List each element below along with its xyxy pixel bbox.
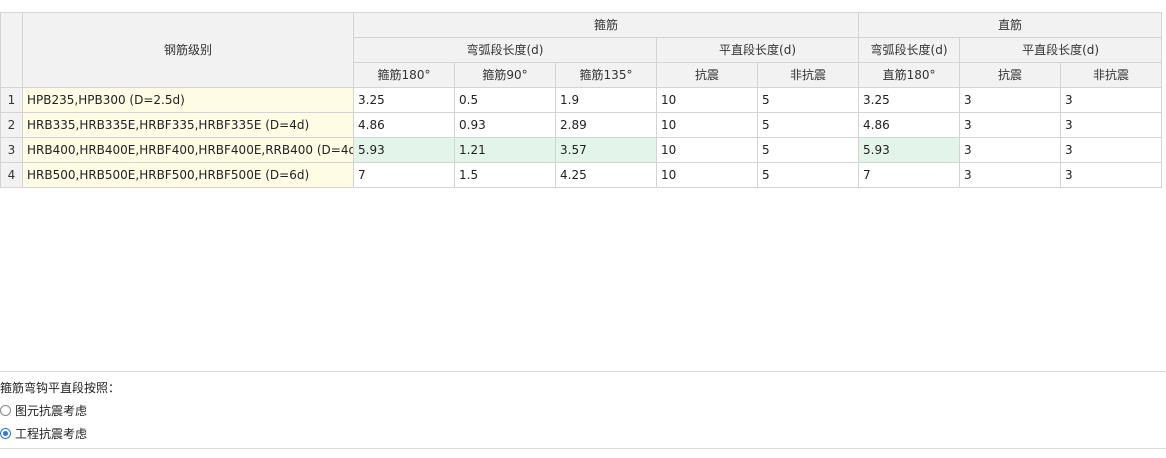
value-cell[interactable]: 2.89 [555, 112, 657, 138]
value-cell[interactable]: 10 [656, 137, 758, 163]
rebar-hook-table: 钢筋级别 箍筋 直筋 弯弧段长度(d) 平直段长度(d) 弯弧段长度(d) 平直… [0, 12, 1163, 188]
divider-bottom [0, 448, 1166, 449]
row-number: 1 [0, 87, 23, 113]
row-number: 3 [0, 137, 23, 163]
value-cell[interactable]: 5 [756, 87, 860, 113]
value-cell[interactable]: 10 [656, 87, 758, 113]
value-cell[interactable]: 3 [959, 137, 1062, 163]
value-cell[interactable]: 3 [1060, 162, 1163, 188]
header-stirrup-group: 箍筋 [352, 12, 860, 38]
col-header: 抗震 [656, 62, 758, 88]
table-row-selected[interactable]: 3 HRB400,HRB400E,HRBF400,HRBF400E,RRB400… [0, 137, 1163, 163]
value-cell[interactable]: 1.5 [454, 162, 556, 188]
radio-element-seismic-label[interactable]: 图元抗震考虑 [15, 402, 87, 419]
value-cell[interactable]: 5 [756, 112, 860, 138]
grade-cell[interactable]: HRB400,HRB400E,HRBF400,HRBF400E,RRB400 (… [22, 137, 354, 163]
value-cell[interactable]: 5.93 [353, 137, 455, 163]
corner-cell [0, 12, 23, 88]
header-straight-group: 直筋 [858, 12, 1163, 38]
col-header: 抗震 [959, 62, 1062, 88]
value-cell[interactable]: 4.86 [353, 112, 455, 138]
header-stirrup-flat: 平直段长度(d) [655, 37, 860, 63]
value-cell[interactable]: 3 [1060, 137, 1163, 163]
value-cell[interactable]: 3.25 [353, 87, 455, 113]
radio-checked-icon[interactable] [0, 428, 11, 439]
radio-element-seismic[interactable]: 图元抗震考虑 [0, 402, 87, 419]
radio-project-seismic[interactable]: 工程抗震考虑 [0, 425, 87, 442]
col-header: 非抗震 [756, 62, 860, 88]
value-cell[interactable]: 0.5 [454, 87, 556, 113]
header-stirrup-arc: 弯弧段长度(d) [353, 37, 657, 63]
value-cell[interactable]: 1.21 [454, 137, 556, 163]
value-cell[interactable]: 10 [656, 112, 758, 138]
grade-cell[interactable]: HRB500,HRB500E,HRBF500,HRBF500E (D=6d) [22, 162, 354, 188]
value-cell[interactable]: 3 [1060, 87, 1163, 113]
value-cell[interactable]: 1.9 [555, 87, 657, 113]
value-cell[interactable]: 3 [1060, 112, 1163, 138]
header-grade: 钢筋级别 [22, 12, 354, 88]
value-cell[interactable]: 7 [353, 162, 455, 188]
value-cell[interactable]: 4.25 [555, 162, 657, 188]
value-cell[interactable]: 3 [959, 87, 1062, 113]
header-straight-flat: 平直段长度(d) [959, 37, 1163, 63]
value-cell[interactable]: 3.25 [858, 87, 961, 113]
table-row[interactable]: 1 HPB235,HPB300 (D=2.5d) 3.25 0.5 1.9 10… [0, 87, 1163, 113]
col-header: 箍筋180° [353, 62, 455, 88]
value-cell[interactable]: 3.57 [555, 137, 657, 163]
grade-cell[interactable]: HRB335,HRB335E,HRBF335,HRBF335E (D=4d) [22, 112, 354, 138]
value-cell[interactable]: 4.86 [858, 112, 961, 138]
header-straight-arc: 弯弧段长度(d) [858, 37, 961, 63]
col-header: 箍筋135° [555, 62, 657, 88]
value-cell[interactable]: 5.93 [858, 137, 961, 163]
table-row[interactable]: 2 HRB335,HRB335E,HRBF335,HRBF335E (D=4d)… [0, 112, 1163, 138]
col-header: 箍筋90° [454, 62, 556, 88]
value-cell[interactable]: 0.93 [454, 112, 556, 138]
row-number: 4 [0, 162, 23, 188]
value-cell[interactable]: 3 [959, 112, 1062, 138]
table-row[interactable]: 4 HRB500,HRB500E,HRBF500,HRBF500E (D=6d)… [0, 162, 1163, 188]
col-header: 直筋180° [858, 62, 961, 88]
radio-project-seismic-label[interactable]: 工程抗震考虑 [15, 425, 87, 442]
value-cell[interactable]: 5 [756, 162, 860, 188]
col-header: 非抗震 [1060, 62, 1163, 88]
value-cell[interactable]: 5 [756, 137, 860, 163]
value-cell[interactable]: 10 [656, 162, 758, 188]
row-number: 2 [0, 112, 23, 138]
value-cell[interactable]: 3 [959, 162, 1062, 188]
divider-top [0, 371, 1166, 372]
hook-option-title: 箍筋弯钩平直段按照： [0, 381, 121, 395]
grade-cell[interactable]: HPB235,HPB300 (D=2.5d) [22, 87, 354, 113]
radio-unchecked-icon[interactable] [0, 405, 11, 416]
value-cell[interactable]: 7 [858, 162, 961, 188]
